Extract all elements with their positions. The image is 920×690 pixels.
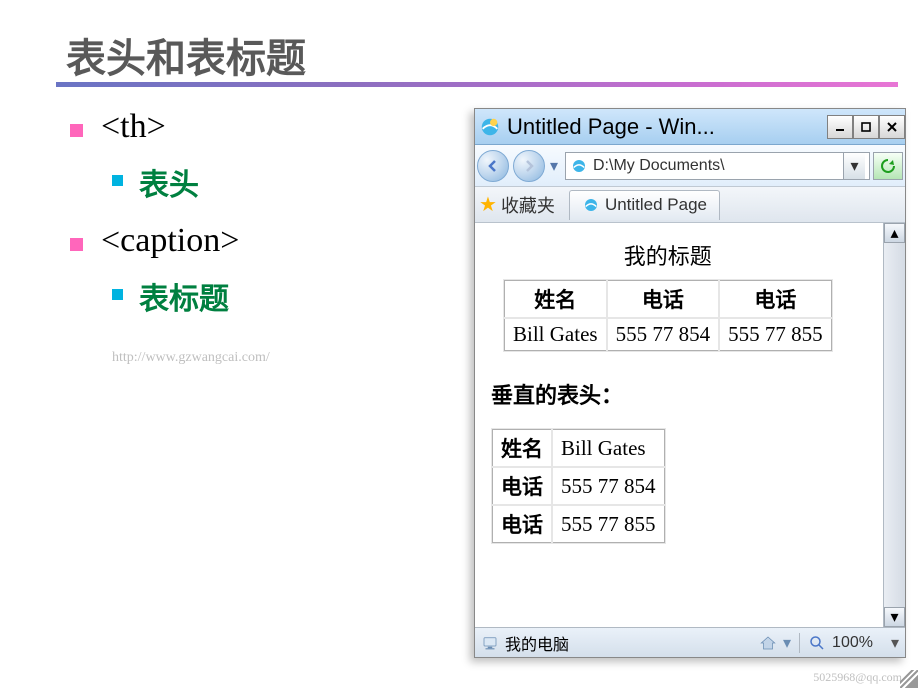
ie-icon — [479, 116, 501, 138]
back-button[interactable] — [477, 150, 509, 182]
table-row: 电话 555 77 854 — [492, 467, 665, 505]
bullet-item: <th> — [70, 108, 270, 146]
th-cell: 姓名 — [504, 280, 607, 318]
minimize-button[interactable] — [827, 115, 853, 139]
th-cell: 电话 — [719, 280, 832, 318]
browser-tab[interactable]: Untitled Page — [569, 190, 720, 220]
tab-label: Untitled Page — [605, 195, 707, 215]
chevron-down-icon[interactable]: ▾ — [891, 633, 899, 653]
table-caption: 我的标题 — [503, 235, 833, 279]
bullet-item: <caption> — [70, 222, 270, 260]
address-text: D:\My Documents\ — [593, 157, 839, 175]
favorites-bar: ★ 收藏夹 Untitled Page — [475, 187, 905, 223]
bullet-sub-item: 表标题 — [112, 274, 270, 318]
status-computer-label: 我的电脑 — [505, 631, 569, 655]
bullet-sub-text: 表头 — [139, 160, 199, 204]
bullet-square-icon — [70, 238, 83, 251]
browser-window: Untitled Page - Win... ▾ D:\My Documents… — [474, 108, 906, 658]
td-cell: Bill Gates — [504, 318, 607, 351]
home-icon[interactable] — [759, 634, 777, 652]
td-cell: 555 77 854 — [607, 318, 720, 351]
table-row: 电话 555 77 855 — [492, 505, 665, 543]
page-content: 我的标题 姓名 电话 电话 Bill Gates 555 77 854 555 … — [475, 223, 883, 627]
window-title: Untitled Page - Win... — [507, 114, 823, 140]
status-bar: 我的电脑 ▾ 100% ▾ — [475, 627, 905, 657]
watermark-url: http://www.gzwangcai.com/ — [112, 350, 270, 366]
bullet-list: <th> 表头 <caption> 表标题 http://www.gzwangc… — [70, 108, 270, 366]
address-bar[interactable]: D:\My Documents\ ▾ — [565, 152, 870, 180]
window-titlebar[interactable]: Untitled Page - Win... — [475, 109, 905, 145]
star-icon[interactable]: ★ — [479, 192, 497, 217]
nav-bar: ▾ D:\My Documents\ ▾ — [475, 145, 905, 187]
bullet-text: <caption> — [101, 222, 239, 260]
chevron-down-icon[interactable]: ▾ — [783, 633, 791, 653]
th-cell: 电话 — [607, 280, 720, 318]
computer-icon — [481, 634, 499, 652]
title-underline — [56, 82, 898, 87]
footer-credits: 5025968@qq.com — [813, 670, 902, 684]
refresh-button[interactable] — [873, 152, 903, 180]
td-cell: Bill Gates — [552, 429, 665, 467]
bullet-subsquare-icon — [112, 175, 123, 186]
bullet-text: <th> — [101, 108, 166, 146]
close-button[interactable] — [879, 115, 905, 139]
history-dropdown-icon[interactable]: ▾ — [549, 157, 559, 175]
resize-grip-icon — [900, 670, 918, 688]
ie-small-icon — [570, 157, 588, 175]
slide-title: 表头和表标题 — [66, 26, 306, 84]
address-dropdown-icon[interactable]: ▾ — [843, 153, 865, 179]
bullet-square-icon — [70, 124, 83, 137]
forward-button[interactable] — [513, 150, 545, 182]
maximize-button[interactable] — [853, 115, 879, 139]
bullet-sub-item: 表头 — [112, 160, 270, 204]
td-cell: 555 77 854 — [552, 467, 665, 505]
bullet-subsquare-icon — [112, 289, 123, 300]
horizontal-header-table: 我的标题 姓名 电话 电话 Bill Gates 555 77 854 555 … — [503, 235, 833, 352]
table-row: 姓名 Bill Gates — [492, 429, 665, 467]
bullet-sub-text: 表标题 — [139, 274, 229, 318]
table-row: Bill Gates 555 77 854 555 77 855 — [504, 318, 832, 351]
vertical-scrollbar[interactable]: ▴ ▾ — [883, 223, 905, 627]
td-cell: 555 77 855 — [719, 318, 832, 351]
ie-small-icon — [582, 196, 600, 214]
scroll-up-arrow-icon[interactable]: ▴ — [884, 223, 905, 243]
scroll-down-arrow-icon[interactable]: ▾ — [884, 607, 905, 627]
vertical-header-heading: 垂直的表头： — [491, 378, 867, 410]
vertical-header-table: 姓名 Bill Gates 电话 555 77 854 电话 555 77 85… — [491, 428, 666, 544]
th-cell: 电话 — [492, 467, 552, 505]
favorites-label[interactable]: 收藏夹 — [501, 192, 555, 218]
zoom-level[interactable]: 100% — [832, 634, 873, 652]
td-cell: 555 77 855 — [552, 505, 665, 543]
zoom-icon[interactable] — [808, 634, 826, 652]
th-cell: 电话 — [492, 505, 552, 543]
credit-email: 5025968@qq.com — [813, 670, 902, 684]
th-cell: 姓名 — [492, 429, 552, 467]
divider — [799, 633, 800, 653]
table-header-row: 姓名 电话 电话 — [504, 280, 832, 318]
